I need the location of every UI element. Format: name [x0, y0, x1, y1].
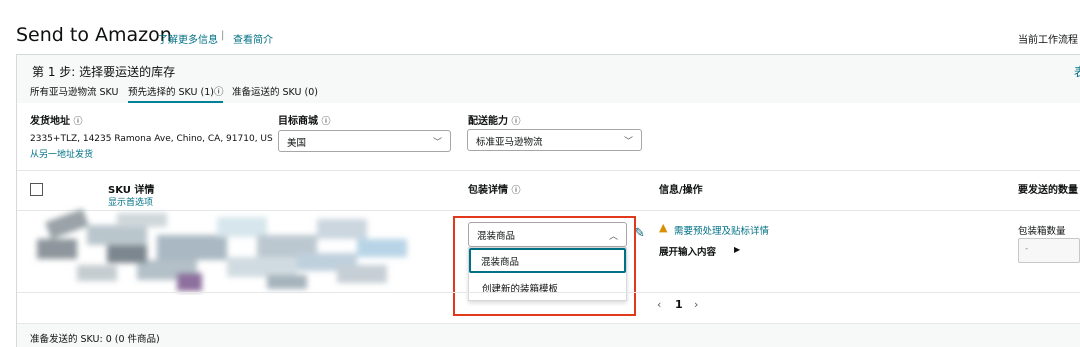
chevron-down-icon: ﹀: [623, 137, 633, 147]
pagination-prev-button[interactable]: ‹: [657, 298, 661, 311]
warning-icon: ▲: [659, 221, 668, 234]
summary-footer: [17, 323, 1080, 347]
marketplace-label: 目标商城 ⓘ: [278, 116, 331, 127]
fulfillment-label: 配送能力 ⓘ: [468, 116, 521, 127]
fulfillment-select[interactable]: 标准亚马逊物流 ﹀: [467, 129, 642, 151]
packing-details-header: 包装详情 ⓘ: [468, 185, 521, 196]
step-title: 第 1 步: 选择要运送的库存: [32, 65, 176, 79]
ready-sku-summary: 准备发送的 SKU: 0 (0 件商品): [30, 334, 160, 345]
header-separator: |: [221, 30, 225, 41]
box-count-input[interactable]: -: [1018, 238, 1080, 263]
step-right-link[interactable]: 表: [1074, 63, 1080, 80]
pagination-page-number[interactable]: 1: [675, 298, 683, 311]
info-icon[interactable]: ⓘ: [321, 117, 330, 127]
box-count-label: 包装箱数量: [1018, 226, 1066, 237]
info-icon[interactable]: ⓘ: [511, 186, 520, 196]
chevron-down-icon: ﹀: [432, 138, 442, 148]
ship-from-another-address-link[interactable]: 从另一地址发货: [30, 147, 93, 160]
annotation-highlight-box: [453, 216, 636, 316]
overview-link[interactable]: 查看简介: [233, 31, 273, 46]
learn-more-link[interactable]: 了解更多信息: [158, 31, 218, 46]
expand-input-link[interactable]: 展开输入内容: [659, 244, 716, 258]
pagination-divider: [17, 292, 1080, 293]
tab-all-fba-sku[interactable]: 所有亚马逊物流 SKU: [30, 84, 118, 98]
pagination-next-button[interactable]: ›: [694, 298, 698, 311]
prep-label-details-link[interactable]: 需要预处理及贴标详情: [674, 223, 769, 237]
table-header: [17, 170, 1080, 210]
play-arrow-icon[interactable]: ▶: [734, 245, 740, 254]
tab-ready-to-ship-sku[interactable]: 准备运送的 SKU (0): [232, 84, 318, 98]
sku-details-header: SKU 详情: [108, 185, 155, 196]
page-title: Send to Amazon: [16, 24, 172, 46]
info-actions-header: 信息/操作: [659, 185, 703, 196]
select-all-checkbox[interactable]: [30, 183, 43, 196]
current-workflow-label: 当前工作流程: [1018, 35, 1078, 46]
info-icon[interactable]: ⓘ: [511, 117, 520, 127]
blurred-product-image: [37, 208, 407, 291]
ship-from-address: 2335+TLZ, 14235 Ramona Ave, Chino, CA, 9…: [30, 134, 273, 144]
ship-from-label: 发货地址 ⓘ: [30, 116, 83, 127]
quantity-header: 要发送的数量: [1018, 185, 1078, 196]
marketplace-select[interactable]: 美国 ﹀: [278, 130, 451, 152]
tab-preselected-sku[interactable]: 预先选择的 SKU (1)ⓘ: [128, 84, 224, 103]
info-icon[interactable]: ⓘ: [73, 117, 82, 127]
